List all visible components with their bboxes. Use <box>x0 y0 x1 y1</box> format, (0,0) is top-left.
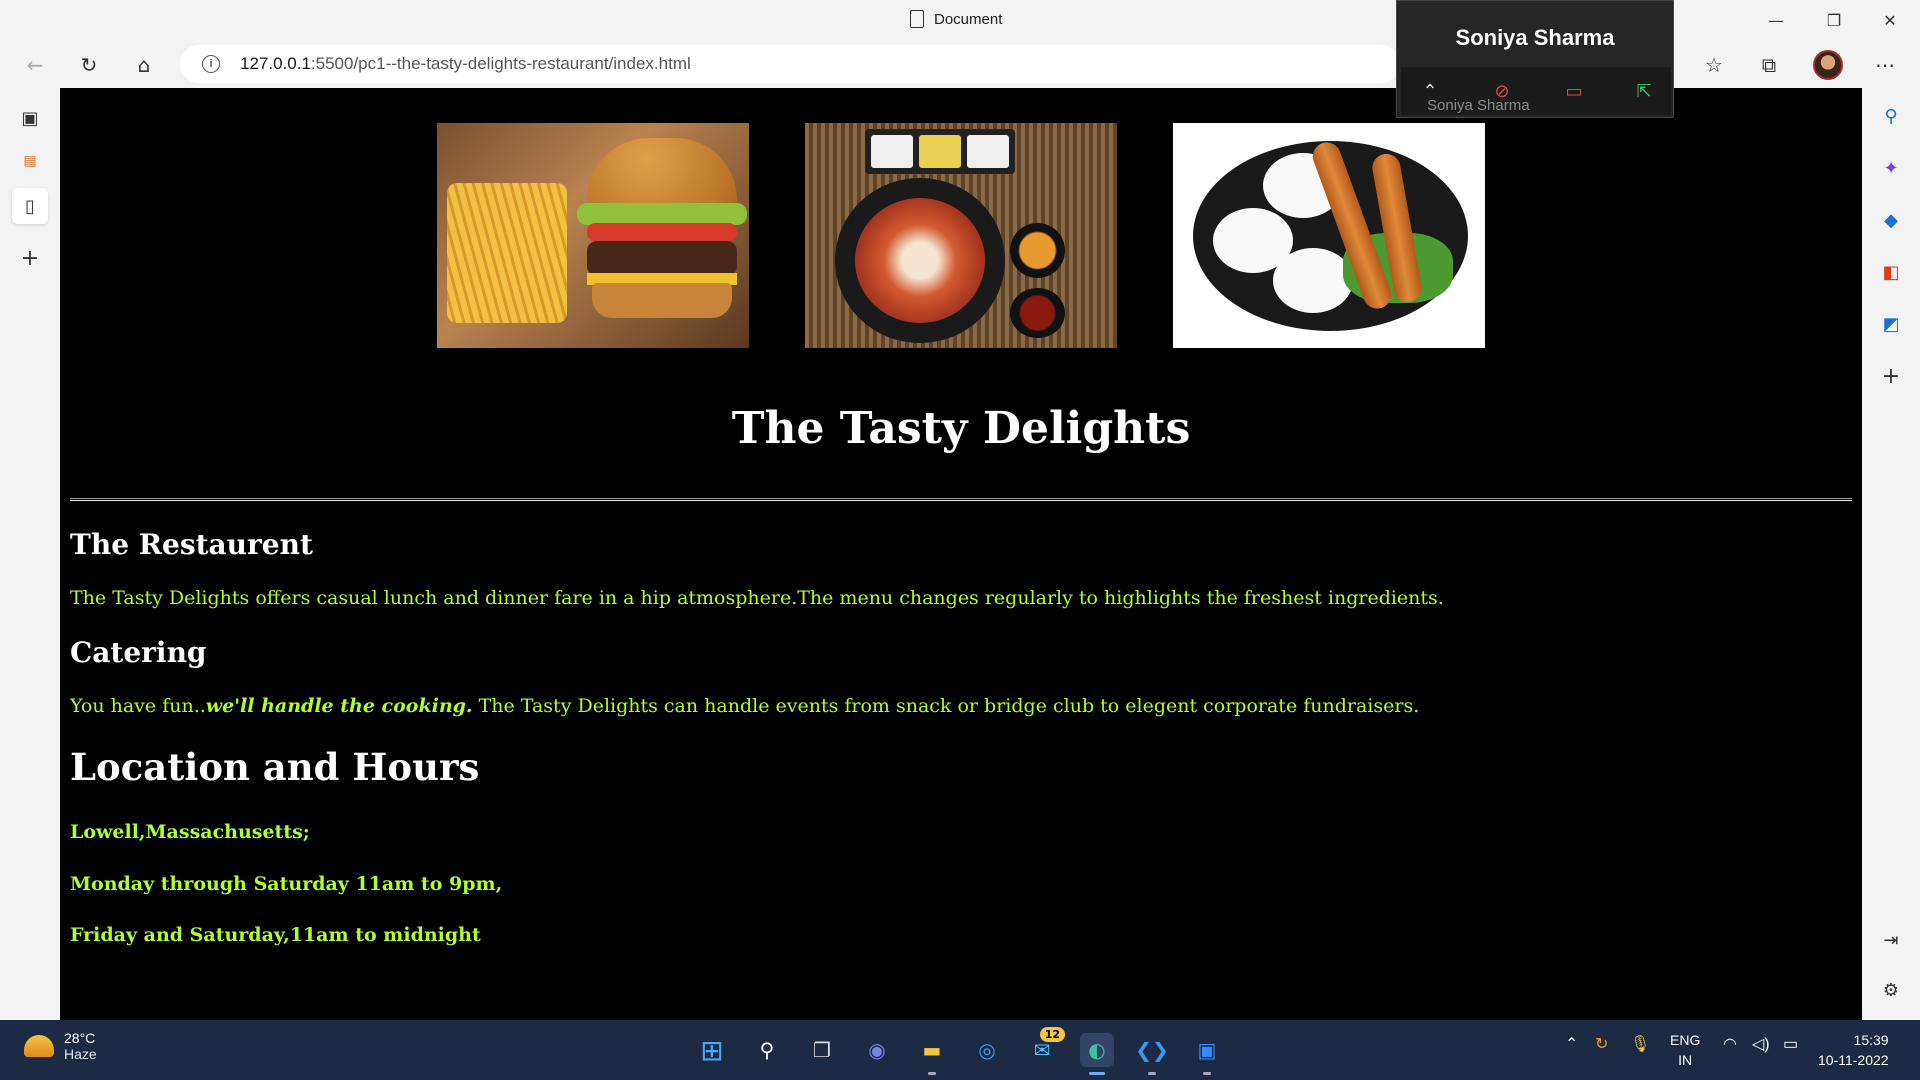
refresh-icon[interactable]: ↻ <box>72 48 106 82</box>
address-bar[interactable]: i 127.0.0.1:5500/pc1--the-tasty-delights… <box>180 45 1400 83</box>
home-icon[interactable]: ⌂ <box>127 48 161 82</box>
shopping-tag-icon[interactable]: ◆ <box>1877 206 1905 234</box>
close-button[interactable]: ✕ <box>1870 6 1910 34</box>
mail-badge: 12 <box>1039 1027 1065 1042</box>
catering-text: You have fun..we'll handle the cooking. … <box>70 695 1419 717</box>
sausage-platter-image <box>1173 123 1485 348</box>
zoom-controls: Soniya Sharma ⌃ ⊘ ▭ ⇱ <box>1401 67 1671 115</box>
participant-name: Soniya Sharma <box>1455 25 1615 50</box>
search-icon[interactable]: ⚲ <box>750 1033 784 1067</box>
location-line: Lowell,Massachusetts; <box>70 821 310 843</box>
catering-heading: Catering <box>70 636 207 669</box>
taskbar: 28°C Haze ⊞ ⚲ ❐ ◉ ▬ ◎ ✉ 12 ◐ ❮❯ ▣ ⌃ ↻ 🎙 E… <box>0 1020 1920 1080</box>
chevron-up-icon[interactable]: ⌃ <box>1413 77 1447 105</box>
hours-line-1: Monday through Saturday 11am to 9pm, <box>70 873 503 895</box>
microphone-icon[interactable]: 🎙 <box>1630 1034 1650 1054</box>
language-indicator[interactable]: ENG IN <box>1670 1030 1700 1070</box>
add-sidebar-icon[interactable]: + <box>1877 362 1905 390</box>
battery-icon[interactable]: ▭ <box>1783 1034 1798 1054</box>
sync-icon[interactable]: ↻ <box>1595 1034 1608 1054</box>
language-code: ENG <box>1670 1032 1701 1048</box>
new-tab-icon[interactable]: + <box>12 240 48 276</box>
url-host: 127.0.0.1 <box>240 54 311 73</box>
file-explorer-icon[interactable]: ▬ <box>915 1033 949 1075</box>
vscode-icon[interactable]: ❮❯ <box>1135 1033 1169 1075</box>
tab-favicon-icon[interactable]: ▤ <box>12 143 48 179</box>
office-icon[interactable]: ◧ <box>1877 258 1905 286</box>
restaurant-heading: The Restaurent <box>70 528 313 561</box>
mail-icon[interactable]: ✉ 12 <box>1025 1027 1065 1067</box>
weather-condition: Haze <box>64 1046 97 1062</box>
tab-actions-icon[interactable]: ▣ <box>12 100 48 136</box>
teams-chat-icon[interactable]: ◉ <box>860 1033 894 1067</box>
mic-muted-icon[interactable]: ⊘ <box>1485 77 1519 105</box>
url-path: :5500/pc1--the-tasty-delights-restaurant… <box>310 54 691 73</box>
share-screen-icon[interactable]: ⇱ <box>1627 77 1661 105</box>
settings-icon[interactable]: ⚙ <box>1877 976 1905 1004</box>
video-off-icon[interactable]: ▭ <box>1557 77 1591 105</box>
restaurant-text: The Tasty Delights offers casual lunch a… <box>70 587 1444 609</box>
sidebar-toggle-icon[interactable]: ⇥ <box>1877 926 1905 954</box>
search-icon[interactable]: ⚲ <box>1877 102 1905 130</box>
food-images-row <box>60 123 1862 348</box>
zoom-video-panel[interactable]: Soniya Sharma Soniya Sharma ⌃ ⊘ ▭ ⇱ <box>1396 0 1674 118</box>
profile-avatar[interactable] <box>1813 50 1843 80</box>
skillet-meal-image <box>805 123 1117 348</box>
back-icon[interactable]: ← <box>18 48 52 82</box>
outlook-icon[interactable]: ◩ <box>1877 310 1905 338</box>
restore-button[interactable]: ❐ <box>1814 6 1854 34</box>
document-icon <box>910 10 924 28</box>
favorites-icon[interactable]: ☆ <box>1697 48 1731 82</box>
clock-date: 10-11-2022 <box>1818 1052 1889 1068</box>
window-title-text: Document <box>934 10 1003 28</box>
app-icon[interactable]: ◎ <box>970 1033 1004 1067</box>
clock-time: 15:39 <box>1853 1032 1889 1048</box>
sidebar-rail: ⚲ ✦ ◆ ◧ ◩ + ⇥ ⚙ <box>1862 88 1920 1020</box>
catering-text-start: You have fun.. <box>70 695 206 717</box>
more-icon[interactable]: ⋯ <box>1868 48 1902 82</box>
edge-icon[interactable]: ◐ <box>1080 1033 1114 1075</box>
collections-icon[interactable]: ⧉ <box>1752 48 1786 82</box>
temperature: 28°C <box>64 1030 96 1046</box>
minimize-button[interactable]: — <box>1756 6 1796 34</box>
location-heading: Location and Hours <box>70 745 480 789</box>
burger-image <box>437 123 749 348</box>
clock[interactable]: 15:39 10-11-2022 <box>1818 1030 1889 1070</box>
windows-start-icon[interactable]: ⊞ <box>695 1033 729 1067</box>
chevron-up-icon[interactable]: ⌃ <box>1565 1034 1578 1054</box>
hours-line-2: Friday and Saturday,11am to midnight <box>70 924 481 946</box>
web-page: The Tasty Delights The Restaurent The Ta… <box>60 88 1862 1020</box>
weather-icon <box>24 1035 54 1057</box>
volume-icon[interactable]: ◁) <box>1752 1034 1770 1054</box>
task-view-icon[interactable]: ❐ <box>805 1033 839 1067</box>
zoom-icon[interactable]: ▣ <box>1190 1033 1224 1075</box>
vertical-tabs-rail: ▣ ▤ ▯ + <box>0 88 60 1020</box>
catering-text-end: The Tasty Delights can handle events fro… <box>472 695 1420 717</box>
info-icon[interactable]: i <box>202 55 220 73</box>
copilot-icon[interactable]: ✦ <box>1877 154 1905 182</box>
window-title: Document <box>910 10 1002 28</box>
region-code: IN <box>1678 1052 1693 1068</box>
catering-text-emphasis: we'll handle the cooking. <box>205 695 473 717</box>
page-title: The Tasty Delights <box>731 403 1191 454</box>
wifi-icon[interactable]: ◠ <box>1723 1034 1737 1054</box>
horizontal-rule <box>70 498 1852 501</box>
weather-widget[interactable]: 28°C Haze <box>24 1030 97 1062</box>
document-tab-icon[interactable]: ▯ <box>12 188 48 224</box>
